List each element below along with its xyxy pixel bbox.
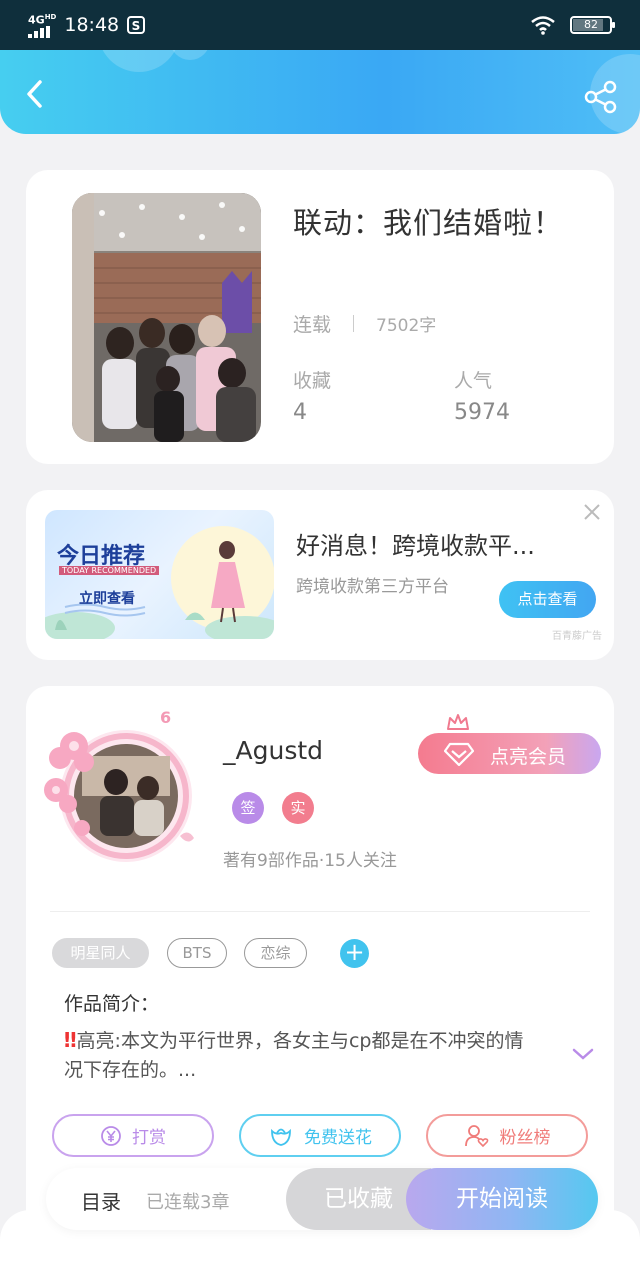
ad-description: 跨境收款第三方平台 [296, 577, 449, 597]
crown-icon [447, 714, 469, 730]
book-cover-image[interactable] [72, 193, 261, 442]
free-flower-button[interactable]: 免费送花 [239, 1114, 401, 1157]
top-header [0, 50, 640, 134]
tag-dating-show[interactable]: 恋综 [244, 938, 307, 968]
yen-coin-icon [101, 1125, 121, 1146]
battery-level: 82 [584, 18, 598, 31]
book-meta: 连载 7502字 [293, 310, 436, 337]
user-heart-icon [464, 1124, 488, 1147]
s-square-icon: S [127, 16, 146, 34]
share-icon [584, 80, 617, 114]
svg-text:S: S [132, 19, 141, 33]
expand-intro-button[interactable] [571, 1046, 595, 1062]
ad-banner-subtitle: TODAY RECOMMENDED [59, 566, 160, 575]
author-level-badge: 6 [160, 708, 172, 727]
network-hd: HD [44, 12, 57, 21]
book-info-card: 联动：我们结婚啦！ 连载 7502字 收藏 4 人气 5974 [26, 170, 614, 464]
ad-view-button[interactable]: 点击查看 [499, 581, 596, 618]
network-type: 4G [28, 13, 45, 27]
author-avatar[interactable]: 6 [38, 708, 198, 876]
wifi-icon [531, 16, 555, 35]
intro-body: 高亮:本文为平行世界，各女主与cp都是在不冲突的情况下存在的。... [64, 1030, 524, 1081]
back-button[interactable] [18, 76, 54, 112]
reward-label: 打赏 [132, 1128, 166, 1148]
vip-activate-button[interactable]: 点亮会员 [418, 714, 601, 774]
intro-label: 作品简介： [64, 993, 160, 1015]
reward-button[interactable]: 打赏 [52, 1114, 214, 1157]
status-bar: 4GHD 18:48 S 82 [0, 0, 640, 50]
favorites-value: 4 [293, 400, 307, 425]
add-tag-button[interactable]: + [340, 939, 369, 968]
free-flower-label: 免费送花 [304, 1128, 372, 1148]
chevron-left-icon [27, 80, 42, 108]
start-reading-button[interactable]: 开始阅读 [406, 1168, 598, 1230]
popularity-label: 人气 [454, 370, 493, 392]
meta-divider [353, 315, 355, 332]
clock: 18:48 [64, 14, 120, 36]
ad-card[interactable]: 今日推荐 TODAY RECOMMENDED 立即查看 好消息！跨境收款平...… [26, 490, 614, 660]
chapter-count: 已连载3章 [146, 1192, 230, 1213]
battery-indicator: 82 [570, 16, 615, 34]
fans-rank-button[interactable]: 粉丝榜 [426, 1114, 588, 1157]
bottom-action-bar: 目录 已连载3章 已收藏 开始阅读 [46, 1168, 598, 1230]
diamond-icon [444, 742, 474, 766]
intro-text[interactable]: ‼高亮:本文为平行世界，各女主与cp都是在不冲突的情况下存在的。... [64, 1026, 534, 1085]
fans-rank-label: 粉丝榜 [499, 1128, 551, 1148]
favorites-label: 收藏 [293, 370, 332, 392]
ad-close-button[interactable] [582, 502, 602, 522]
author-stats: 著有9部作品·15人关注 [223, 851, 397, 871]
ad-banner-cta: 立即查看 [79, 591, 135, 607]
popularity-value: 5974 [454, 400, 510, 425]
ad-title[interactable]: 好消息！跨境收款平... [296, 526, 535, 561]
chevron-down-icon [572, 1048, 594, 1060]
badge-real: 实 [282, 792, 314, 824]
badge-sign: 签 [232, 792, 264, 824]
ad-source-label: 百青藤广告 [552, 631, 602, 642]
tag-star-fanfic[interactable]: 明星同人 [52, 938, 149, 968]
close-icon [584, 504, 600, 520]
share-button[interactable] [584, 80, 618, 114]
tag-bts[interactable]: BTS [167, 938, 227, 968]
word-count: 7502字 [376, 316, 437, 336]
author-name[interactable]: _Agustd [223, 736, 323, 765]
divider [50, 911, 590, 912]
ad-banner-image[interactable]: 今日推荐 TODAY RECOMMENDED 立即查看 [45, 510, 274, 639]
exclamation-icon: ‼ [64, 1028, 77, 1052]
signal-icon: 4GHD [28, 12, 56, 39]
table-of-contents-button[interactable]: 目录 [81, 1186, 121, 1215]
flower-icon [271, 1128, 291, 1146]
vip-button-label: 点亮会员 [490, 746, 567, 768]
book-title: 联动：我们结婚啦！ [293, 206, 564, 240]
book-status: 连载 [293, 314, 332, 336]
